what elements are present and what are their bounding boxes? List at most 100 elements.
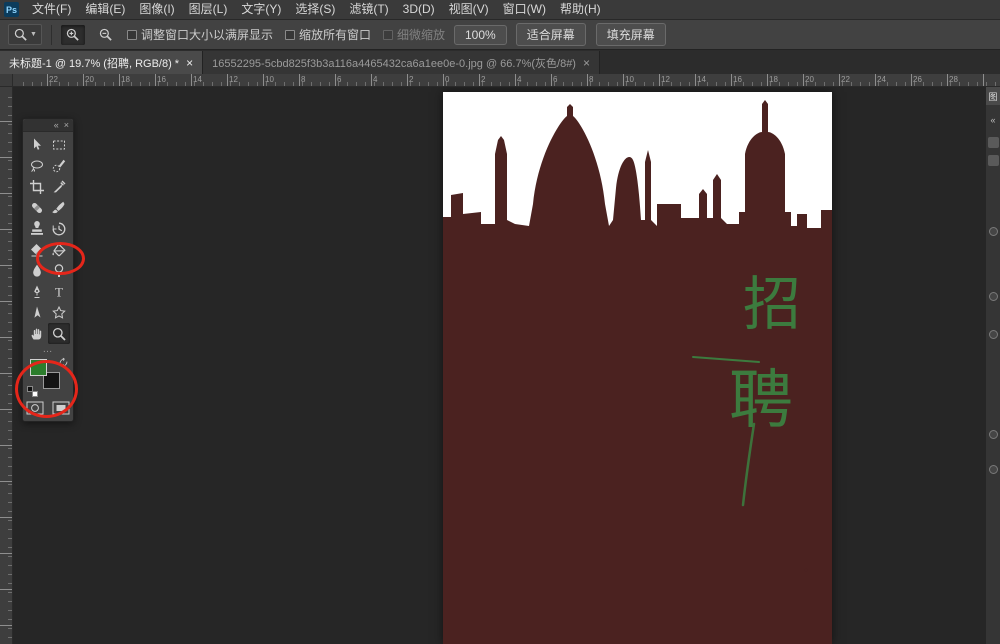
- menu-item[interactable]: 帮助(H): [553, 0, 608, 19]
- paint-bucket-tool[interactable]: [48, 239, 70, 260]
- dodge-tool[interactable]: [48, 260, 70, 281]
- zoom-in-button[interactable]: [61, 25, 85, 45]
- menu-item[interactable]: 文件(F): [25, 0, 78, 19]
- tool-grid: T: [23, 132, 73, 344]
- toolbox-panel: T: [22, 118, 74, 422]
- move-tool[interactable]: [26, 134, 48, 155]
- right-dock: 图: [985, 87, 1000, 644]
- swap-colors-icon[interactable]: [58, 355, 69, 366]
- ruler-label: 12: [661, 75, 670, 84]
- ruler-label: 8: [301, 75, 305, 84]
- crop-tool[interactable]: [26, 176, 48, 197]
- option-checkbox: 细微缩放: [383, 26, 445, 43]
- ruler-label: 16: [157, 75, 166, 84]
- close-icon[interactable]: ×: [186, 57, 193, 69]
- default-colors-icon[interactable]: [27, 386, 38, 397]
- close-icon[interactable]: [64, 121, 69, 130]
- ruler-label: 2: [481, 75, 485, 84]
- ruler-label: 6: [553, 75, 557, 84]
- menu-item[interactable]: 3D(D): [396, 0, 442, 19]
- option-checkbox[interactable]: 缩放所有窗口: [285, 26, 371, 43]
- brush-tool[interactable]: [48, 197, 70, 218]
- collapse-panel-icon[interactable]: [54, 121, 59, 130]
- ruler-label: 24: [877, 75, 886, 84]
- vertical-ruler[interactable]: [0, 87, 13, 644]
- clone-stamp-tool[interactable]: [26, 218, 48, 239]
- collapsed-panel-icon[interactable]: [988, 137, 999, 148]
- screen-mode-icon[interactable]: [52, 401, 70, 415]
- horizontal-ruler[interactable]: 2220181614121086420246810121416182022242…: [13, 74, 1000, 87]
- menu-item[interactable]: 文字(Y): [234, 0, 288, 19]
- quick-mask-mode-icon[interactable]: [26, 401, 44, 415]
- options-checkboxes: 调整窗口大小以满屏显示 缩放所有窗口 细微缩放: [127, 26, 445, 43]
- checkbox-box-icon[interactable]: [285, 30, 295, 40]
- separator: [51, 25, 52, 45]
- zoom-tool-icon: [13, 27, 28, 42]
- svg-text:T: T: [55, 284, 63, 299]
- options-button[interactable]: 填充屏幕: [596, 23, 666, 46]
- path-selection-tool[interactable]: [26, 302, 48, 323]
- close-icon[interactable]: ×: [583, 57, 590, 69]
- document-tab[interactable]: 16552295-5cbd825f3b3a116a4465432ca6a1ee0…: [203, 51, 600, 74]
- collapsed-panel-icon[interactable]: [989, 330, 998, 339]
- ruler-label: 22: [841, 75, 850, 84]
- menu-item[interactable]: 编辑(E): [78, 0, 132, 19]
- option-checkbox[interactable]: 调整窗口大小以满屏显示: [127, 26, 273, 43]
- ruler-label: 18: [121, 75, 130, 84]
- menu-item[interactable]: 图层(L): [182, 0, 235, 19]
- foreground-color-swatch[interactable]: [30, 359, 47, 376]
- collapsed-panel-icon[interactable]: [989, 465, 998, 474]
- ruler-label: 12: [229, 75, 238, 84]
- canvas-page[interactable]: 招 聘: [443, 92, 832, 644]
- ruler-label: 22: [49, 75, 58, 84]
- photoshop-window: Ps 文件(F)编辑(E)图像(I)图层(L)文字(Y)选择(S)滤镜(T)3D…: [0, 0, 1000, 644]
- lasso-tool[interactable]: [26, 155, 48, 176]
- document-tab-bar: 未标题-1 @ 19.7% (招聘, RGB/8) *×16552295-5cb…: [0, 50, 1000, 74]
- document-tab[interactable]: 未标题-1 @ 19.7% (招聘, RGB/8) *×: [0, 51, 203, 74]
- ruler-label: 18: [769, 75, 778, 84]
- default-foreground-square: [27, 386, 33, 392]
- toolbox-titlebar[interactable]: [23, 119, 73, 132]
- ink-dot: [804, 568, 807, 571]
- menu-item[interactable]: 视图(V): [442, 0, 496, 19]
- pen-tool[interactable]: [26, 281, 48, 302]
- menu-item[interactable]: 选择(S): [288, 0, 342, 19]
- collapsed-panel-icon[interactable]: [989, 430, 998, 439]
- menu-item[interactable]: 窗口(W): [496, 0, 553, 19]
- collapse-dock-icon[interactable]: [986, 115, 1000, 125]
- collapsed-panel-icon[interactable]: [989, 227, 998, 236]
- menu-item[interactable]: 滤镜(T): [342, 0, 395, 19]
- tool-preset-dropdown[interactable]: ▼: [8, 24, 42, 45]
- panel-tab-stub[interactable]: 图: [986, 87, 1000, 105]
- checkbox-label: 细微缩放: [397, 26, 445, 43]
- menu-bar: Ps 文件(F)编辑(E)图像(I)图层(L)文字(Y)选择(S)滤镜(T)3D…: [0, 0, 1000, 20]
- ruler-origin-corner[interactable]: [0, 74, 13, 87]
- type-tool[interactable]: T: [48, 281, 70, 302]
- chevron-down-icon: ▼: [30, 31, 37, 38]
- more-tools-icon[interactable]: [23, 344, 73, 354]
- eraser-tool[interactable]: [26, 239, 48, 260]
- collapsed-panel-icon[interactable]: [988, 155, 999, 166]
- eyedropper-tool[interactable]: [48, 176, 70, 197]
- zoom-out-button[interactable]: [94, 25, 118, 45]
- blur-tool[interactable]: [26, 260, 48, 281]
- collapsed-panel-icon[interactable]: [989, 292, 998, 301]
- checkbox-label: 缩放所有窗口: [299, 26, 371, 43]
- options-button[interactable]: 适合屏幕: [516, 23, 586, 46]
- zoom-level-field[interactable]: 100%: [454, 25, 507, 45]
- poster-text-char-2: 聘: [729, 364, 793, 438]
- zoom-out-icon: [98, 27, 113, 42]
- ruler-label: 16: [733, 75, 742, 84]
- checkbox-box-icon[interactable]: [127, 30, 137, 40]
- quick-selection-tool[interactable]: [48, 155, 70, 176]
- zoom-tool[interactable]: [48, 323, 70, 344]
- menu-item[interactable]: 图像(I): [132, 0, 181, 19]
- spot-healing-brush-tool[interactable]: [26, 197, 48, 218]
- rectangular-marquee-tool[interactable]: [48, 134, 70, 155]
- hand-tool[interactable]: [26, 323, 48, 344]
- custom-shape-tool[interactable]: [48, 302, 70, 323]
- ruler-label: 14: [697, 75, 706, 84]
- zoom-in-icon: [65, 27, 80, 42]
- ruler-label: 2: [409, 75, 413, 84]
- history-brush-tool[interactable]: [48, 218, 70, 239]
